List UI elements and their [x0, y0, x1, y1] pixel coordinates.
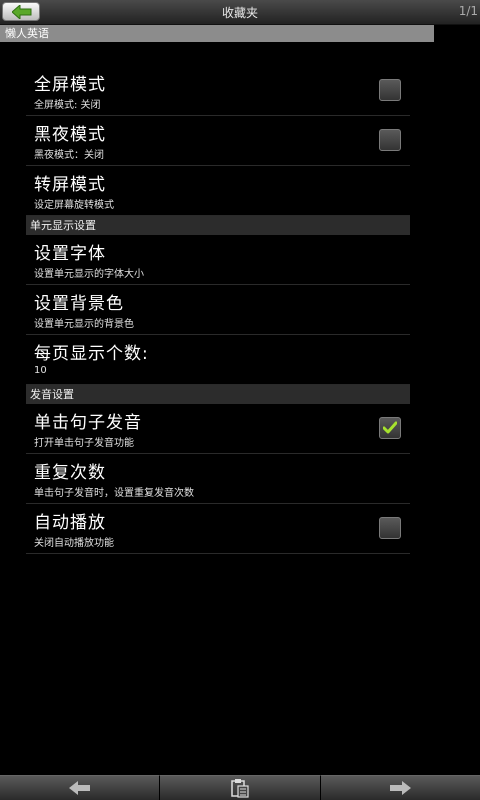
clipboard-button[interactable]	[160, 775, 321, 800]
prev-button[interactable]	[0, 775, 161, 800]
app-name-bar: 懒人英语	[0, 25, 434, 42]
setting-font[interactable]: 设置字体 设置单元显示的字体大小	[26, 235, 410, 285]
setting-title: 全屏模式	[34, 75, 106, 95]
setting-title: 转屏模式	[34, 175, 106, 195]
setting-summary: 设定屏幕旋转模式	[34, 200, 114, 211]
setting-title: 设置字体	[34, 244, 106, 264]
settings-list: 全屏模式 全屏模式: 关闭 黑夜模式 黑夜模式：关闭 转屏模式 设定屏幕旋转模式…	[26, 66, 410, 554]
arrow-right-icon	[390, 781, 412, 795]
setting-title: 重复次数	[34, 463, 106, 483]
setting-autoplay[interactable]: 自动播放 关闭自动播放功能	[26, 504, 410, 554]
setting-summary: 全屏模式: 关闭	[34, 100, 101, 111]
setting-rotate[interactable]: 转屏模式 设定屏幕旋转模式	[26, 166, 410, 216]
setting-fullscreen[interactable]: 全屏模式 全屏模式: 关闭	[26, 66, 410, 116]
setting-summary: 打开单击句子发音功能	[34, 438, 134, 449]
setting-night[interactable]: 黑夜模式 黑夜模式：关闭	[26, 116, 410, 166]
clipboard-icon	[231, 779, 249, 798]
setting-summary: 关闭自动播放功能	[34, 538, 114, 549]
setting-title: 黑夜模式	[34, 125, 106, 145]
page-title: 收藏夹	[221, 6, 258, 20]
setting-title: 自动播放	[34, 513, 106, 533]
setting-summary: 单击句子发音时，设置重复发音次数	[34, 488, 194, 499]
fullscreen-checkbox[interactable]	[379, 79, 401, 101]
setting-title: 每页显示个数:	[34, 344, 149, 364]
checkmark-icon	[383, 421, 397, 434]
next-button[interactable]	[320, 775, 480, 800]
section-header-display: 单元显示设置	[26, 216, 410, 235]
setting-summary: 黑夜模式：关闭	[34, 150, 104, 161]
night-checkbox[interactable]	[379, 129, 401, 151]
setting-click-speak[interactable]: 单击句子发音 打开单击句子发音功能	[26, 404, 410, 454]
setting-summary: 设置单元显示的字体大小	[34, 269, 144, 280]
autoplay-checkbox[interactable]	[379, 517, 401, 539]
bottom-toolbar	[0, 775, 480, 800]
setting-title: 设置背景色	[34, 294, 124, 314]
setting-title: 单击句子发音	[34, 413, 142, 433]
setting-per-page[interactable]: 每页显示个数: 10	[26, 335, 410, 385]
page-counter: 1/1	[458, 4, 478, 18]
title-bar: 收藏夹 1/1	[0, 0, 480, 25]
setting-summary: 10	[34, 365, 47, 376]
arrow-left-icon	[68, 781, 90, 795]
setting-background[interactable]: 设置背景色 设置单元显示的背景色	[26, 285, 410, 335]
section-header-audio: 发音设置	[26, 385, 410, 404]
setting-summary: 设置单元显示的背景色	[34, 319, 134, 330]
click-speak-checkbox[interactable]	[379, 417, 401, 439]
setting-repeat[interactable]: 重复次数 单击句子发音时，设置重复发音次数	[26, 454, 410, 504]
